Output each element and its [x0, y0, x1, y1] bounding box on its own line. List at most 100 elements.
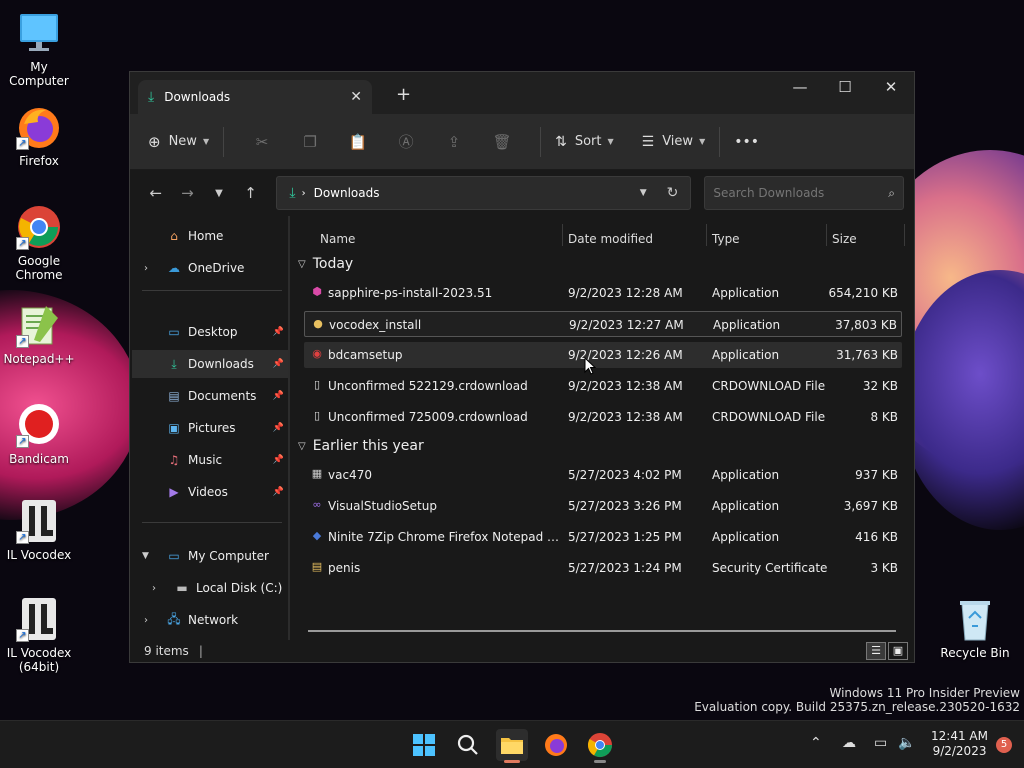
- refresh-icon[interactable]: ↻: [667, 185, 679, 201]
- expand-chevron-icon[interactable]: ›: [144, 615, 148, 626]
- desktop-icon-google-chrome[interactable]: ↗ Google Chrome: [0, 204, 78, 282]
- close-tab-icon[interactable]: ✕: [350, 89, 362, 105]
- table-row[interactable]: ◉ bdcamsetup 9/2/2023 12:26 AM Applicati…: [304, 342, 902, 368]
- column-divider[interactable]: [826, 224, 827, 246]
- minimize-button[interactable]: —: [785, 78, 815, 96]
- collapse-chevron-icon[interactable]: ▼: [142, 551, 149, 561]
- sidebar-item-downloads[interactable]: ⤓ Downloads 📌: [132, 350, 288, 378]
- desktop-icon-my-computer[interactable]: My Computer: [0, 10, 78, 88]
- network-icon[interactable]: ▭: [874, 735, 887, 751]
- breadcrumb-downloads[interactable]: Downloads: [314, 186, 380, 200]
- desktop-icon-firefox[interactable]: ↗ Firefox: [0, 104, 78, 168]
- pin-icon[interactable]: 📌: [273, 455, 284, 465]
- column-divider[interactable]: [562, 224, 563, 246]
- app-installer-icon: ●: [313, 317, 323, 330]
- desktop-icon-notepad-plus-plus[interactable]: ↗ Notepad++: [0, 302, 78, 366]
- desktop-icon-il-vocodex[interactable]: ↗ IL Vocodex: [0, 498, 78, 562]
- cloud-offline-icon[interactable]: ☁: [842, 735, 856, 751]
- notification-badge[interactable]: 5: [996, 737, 1012, 753]
- sidebar-item-documents[interactable]: ▤ Documents 📌: [132, 382, 288, 410]
- rename-icon[interactable]: Ⓐ: [382, 131, 430, 152]
- group-header-today[interactable]: ▽ Today: [298, 256, 353, 272]
- pin-icon[interactable]: 📌: [273, 327, 284, 337]
- visual-studio-icon: ∞: [312, 498, 322, 511]
- clock-time: 12:41 AM: [931, 729, 988, 743]
- sidebar-item-music[interactable]: ♫ Music 📌: [132, 446, 288, 474]
- delete-icon[interactable]: 🗑: [478, 133, 526, 151]
- chevron-down-icon[interactable]: ▼: [640, 188, 647, 198]
- maximize-button[interactable]: ☐: [830, 78, 860, 96]
- column-header-date-modified[interactable]: Date modified: [568, 224, 653, 254]
- file-name: bdcamsetup: [328, 348, 403, 362]
- paste-icon[interactable]: 📋: [334, 133, 382, 151]
- column-header-name[interactable]: Name: [320, 224, 355, 254]
- chevron-down-icon: ▽: [298, 258, 306, 270]
- copy-icon[interactable]: ❐: [286, 133, 334, 151]
- search-input[interactable]: [713, 186, 889, 200]
- tab-downloads[interactable]: ⤓ Downloads ✕: [138, 80, 372, 114]
- desktop-icon-il-vocodex-64bit[interactable]: ↗ IL Vocodex (64bit): [0, 596, 78, 674]
- forward-arrow-icon[interactable]: →: [172, 184, 204, 202]
- sidebar-item-local-disk[interactable]: › ▬ Local Disk (C:): [132, 574, 288, 602]
- start-button[interactable]: [408, 729, 440, 761]
- close-window-button[interactable]: ✕: [876, 78, 906, 96]
- column-header-size[interactable]: Size: [832, 224, 857, 254]
- sidebar-item-pictures[interactable]: ▣ Pictures 📌: [132, 414, 288, 442]
- file-size: 3,697 KB: [843, 499, 898, 513]
- desktop-icon-bandicam[interactable]: ↗ Bandicam: [0, 402, 78, 466]
- sidebar-item-label: OneDrive: [188, 261, 245, 275]
- table-row[interactable]: ▯ Unconfirmed 522129.crdownload 9/2/2023…: [304, 373, 902, 399]
- group-header-earlier-this-year[interactable]: ▽ Earlier this year: [298, 438, 424, 454]
- expand-chevron-icon[interactable]: ›: [144, 263, 148, 274]
- volume-icon[interactable]: 🔈: [898, 735, 915, 751]
- table-row[interactable]: ▦ vac470 5/27/2023 4:02 PM Application 9…: [304, 462, 902, 488]
- expand-chevron-icon[interactable]: ›: [152, 583, 156, 594]
- file-explorer-window: ⤓ Downloads ✕ + — ☐ ✕ ⊕ New ▼ ✂ ❐ 📋 Ⓐ ⇪ …: [129, 71, 915, 663]
- table-row[interactable]: ◆ Ninite 7Zip Chrome Firefox Notepad Ins…: [304, 524, 902, 550]
- table-row[interactable]: ⬢ sapphire-ps-install-2023.51 9/2/2023 1…: [304, 280, 902, 306]
- new-button[interactable]: ⊕ New ▼: [148, 133, 209, 151]
- cut-icon[interactable]: ✂: [238, 133, 286, 151]
- shortcut-arrow-icon: ↗: [16, 237, 29, 250]
- back-arrow-icon[interactable]: ←: [140, 184, 172, 202]
- sidebar-item-home[interactable]: ⌂ Home: [132, 222, 288, 250]
- show-hidden-icons-chevron-icon[interactable]: ⌃: [810, 735, 822, 751]
- sidebar-item-desktop[interactable]: ▭ Desktop 📌: [132, 318, 288, 346]
- pin-icon[interactable]: 📌: [273, 391, 284, 401]
- taskbar-firefox[interactable]: [540, 729, 572, 761]
- pin-icon[interactable]: 📌: [273, 359, 284, 369]
- more-options-button[interactable]: •••: [734, 134, 759, 150]
- search-button[interactable]: [452, 729, 484, 761]
- sidebar-item-network[interactable]: › 🖧 Network: [132, 606, 288, 634]
- clock[interactable]: 12:41 AM 9/2/2023: [931, 729, 988, 759]
- new-tab-button[interactable]: +: [396, 84, 411, 105]
- column-header-type[interactable]: Type: [712, 224, 740, 254]
- sidebar-item-onedrive[interactable]: › ☁ OneDrive: [132, 254, 288, 282]
- file-name: vocodex_install: [329, 318, 422, 332]
- file-size: 937 KB: [855, 468, 898, 482]
- sidebar-item-my-computer[interactable]: ▼ ▭ My Computer: [132, 542, 288, 570]
- pin-icon[interactable]: 📌: [273, 487, 284, 497]
- pictures-icon: ▣: [168, 421, 180, 435]
- address-bar[interactable]: ⤓ › Downloads ▼ ↻: [276, 176, 692, 210]
- sidebar-item-videos[interactable]: ▶ Videos 📌: [132, 478, 288, 506]
- view-button[interactable]: ☰ View ▼: [642, 134, 706, 150]
- horizontal-scrollbar[interactable]: [308, 630, 896, 632]
- desktop-icon-recycle-bin[interactable]: Recycle Bin: [936, 596, 1014, 660]
- table-row[interactable]: ∞ VisualStudioSetup 5/27/2023 3:26 PM Ap…: [304, 493, 902, 519]
- pin-icon[interactable]: 📌: [273, 423, 284, 433]
- taskbar-chrome[interactable]: [584, 729, 616, 763]
- details-view-icon[interactable]: ☰: [866, 642, 886, 660]
- sort-button[interactable]: ⇅ Sort ▼: [555, 134, 614, 150]
- table-row[interactable]: ▯ Unconfirmed 725009.crdownload 9/2/2023…: [304, 404, 902, 430]
- recent-locations-chevron-icon[interactable]: ▼: [203, 188, 235, 199]
- search-box[interactable]: ⌕: [704, 176, 905, 210]
- table-row[interactable]: ▤ penis 5/27/2023 1:24 PM Security Certi…: [304, 555, 902, 581]
- column-divider[interactable]: [706, 224, 707, 246]
- up-arrow-icon[interactable]: ↑: [235, 184, 267, 202]
- column-divider[interactable]: [904, 224, 905, 246]
- table-row[interactable]: ● vocodex_install 9/2/2023 12:27 AM Appl…: [304, 311, 902, 337]
- taskbar-file-explorer[interactable]: [496, 729, 528, 763]
- tiles-view-icon[interactable]: ▣: [888, 642, 908, 660]
- share-icon[interactable]: ⇪: [430, 133, 478, 151]
